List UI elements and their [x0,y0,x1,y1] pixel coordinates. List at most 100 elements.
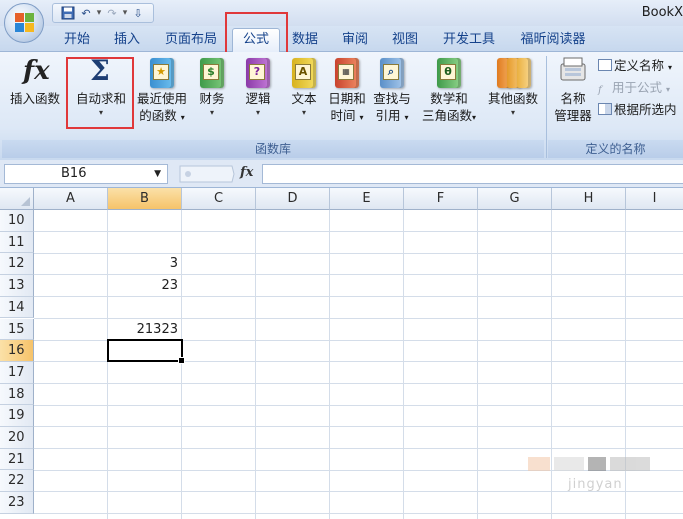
logical-book-icon: ? [242,54,274,90]
tab-developer[interactable]: 开发工具 [434,29,504,51]
column-header-e[interactable]: E [330,188,404,210]
financial-dropdown-icon[interactable]: ▾ [192,108,232,118]
undo-button[interactable]: ↶ [77,5,95,21]
defined-names-group-label: 定义的名称 [548,140,683,158]
gridline [403,210,404,519]
insert-function-button[interactable]: fx 插入函数 [4,54,66,108]
recent-dropdown-icon[interactable]: ▾ [181,113,185,122]
more-functions-dropdown-icon[interactable]: ▾ [484,108,542,118]
redo-dropdown-icon[interactable]: ▾ [121,8,129,18]
row-header-19[interactable]: 19 [0,405,34,427]
row-header-10[interactable]: 10 [0,210,34,232]
more-functions-button[interactable]: 其他函数 ▾ [484,54,542,118]
active-cell-b16[interactable] [107,339,185,364]
tab-home[interactable]: 开始 [56,29,98,51]
row-header-11[interactable]: 11 [0,231,34,254]
row-header-13[interactable]: 13 [0,275,34,297]
fx-icon: fx [23,56,50,86]
date-time-dropdown-icon[interactable]: ▾ [359,113,363,122]
lookup-dropdown-icon[interactable]: ▾ [404,113,408,122]
save-button[interactable] [59,5,77,21]
row-header-20[interactable]: 20 [0,427,34,449]
text-dropdown-icon[interactable]: ▾ [284,108,324,118]
column-header-i[interactable]: I [626,188,683,210]
column-header-h[interactable]: H [552,188,626,210]
undo-dropdown-icon[interactable]: ▾ [95,8,103,18]
column-header-g[interactable]: G [478,188,552,210]
use-in-formula-dropdown-icon[interactable]: ▾ [666,85,670,94]
formula-input[interactable] [262,164,683,184]
use-in-formula-icon: f [598,85,602,96]
column-header-b[interactable]: B [108,188,182,210]
lookup-book-icon: ⌕ [376,54,408,90]
lookup-reference-button[interactable]: ⌕ 查找与 引用 ▾ [370,54,414,126]
text-functions-button[interactable]: A 文本 ▾ [284,54,324,118]
tab-page-layout[interactable]: 页面布局 [158,29,224,51]
redo-button[interactable]: ↷ [103,5,121,21]
financial-button[interactable]: $ 财务 ▾ [192,54,232,118]
customize-qat-button[interactable]: ⇩ [129,5,147,21]
row-header-22[interactable]: 22 [0,470,34,493]
gridline [255,210,256,519]
create-from-selection-icon [598,103,612,115]
define-name-dropdown-icon[interactable]: ▾ [668,63,672,72]
logical-button[interactable]: ? 逻辑 ▾ [238,54,278,118]
formula-bar-handle-icon[interactable] [176,164,236,184]
gridline [34,296,683,298]
recently-used-button[interactable]: ★ 最近使用 的函数 ▾ [134,54,190,126]
logical-dropdown-icon[interactable]: ▾ [238,108,278,118]
text-book-icon: A [288,54,320,90]
watermark: jingyan [528,455,678,495]
cell-b15[interactable]: 21323 [108,319,182,340]
define-name-icon [598,59,612,71]
name-box[interactable]: B16 ▼ [4,164,168,184]
create-from-selection-button[interactable]: 根据所选内 [598,100,677,120]
gridline [477,210,478,519]
row-header-21[interactable]: 21 [0,448,34,471]
column-header-d[interactable]: D [256,188,330,210]
gridline [34,382,683,384]
title-bar: ↶ ▾ ↷ ▾ ⇩ BookX [0,0,683,26]
name-box-dropdown-icon[interactable]: ▼ [154,165,161,183]
row-header-12[interactable]: 12 [0,253,34,276]
tab-data[interactable]: 数据 [284,29,326,51]
gridline [34,404,683,406]
tab-foxit-reader[interactable]: 福昕阅读器 [512,29,594,51]
financial-book-icon: $ [196,54,228,90]
office-logo-icon [15,13,35,33]
column-header-f[interactable]: F [404,188,478,210]
row-header-23[interactable]: 23 [0,492,34,514]
calendar-book-icon: ▦ [331,54,363,90]
ribbon-tabs: 开始 插入 页面布局 公式 数据 审阅 视图 开发工具 福昕阅读器 [0,26,683,52]
select-all-button[interactable] [0,188,34,210]
insert-function-fx-button[interactable]: fx [240,165,253,180]
math-book-icon: θ [433,54,465,90]
use-in-formula-button[interactable]: f 用于公式 ▾ [598,78,670,98]
define-name-button[interactable]: 定义名称 ▾ [598,56,672,76]
row-header-15[interactable]: 15 [0,318,34,341]
star-book-icon: ★ [146,54,178,90]
cell-b13[interactable]: 23 [108,275,182,296]
tab-view[interactable]: 视图 [384,29,426,51]
office-button[interactable] [4,3,44,43]
name-manager-button[interactable]: 名称 管理器 [550,54,596,124]
math-trig-button[interactable]: θ 数学和 三角函数▾ [416,54,482,126]
row-header-18[interactable]: 18 [0,383,34,406]
tab-review[interactable]: 审阅 [334,29,376,51]
more-functions-books-icon [497,54,531,90]
gridline [34,231,683,232]
group-separator [546,56,547,158]
cell-b12[interactable]: 3 [108,253,182,274]
gridline [329,210,330,519]
column-header-a[interactable]: A [34,188,108,210]
function-library-group-label: 函数库 [2,140,544,158]
save-icon [61,6,75,20]
gridline [34,426,683,428]
row-header-17[interactable]: 17 [0,361,34,384]
row-header-14[interactable]: 14 [0,296,34,319]
row-header-16[interactable]: 16 [0,340,34,362]
tab-insert[interactable]: 插入 [106,29,148,51]
math-dropdown-icon[interactable]: ▾ [472,113,476,122]
date-time-button[interactable]: ▦ 日期和 时间 ▾ [326,54,368,126]
column-header-c[interactable]: C [182,188,256,210]
